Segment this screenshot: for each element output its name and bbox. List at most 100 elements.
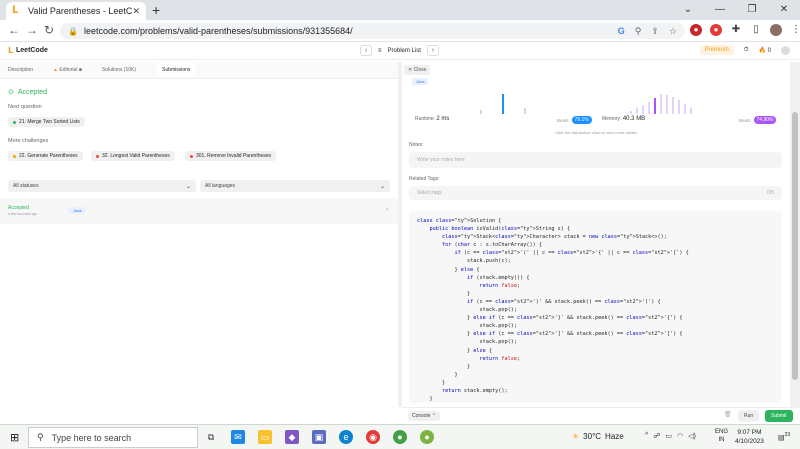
- url-input[interactable]: 🔒 leetcode.com/problems/valid-parenthese…: [60, 23, 685, 39]
- clock[interactable]: 9:07 PM 4/10/2023: [735, 428, 764, 446]
- memory-bar: [648, 102, 650, 114]
- restore-icon[interactable]: ❐: [736, 0, 768, 20]
- search-icon: ⚲: [37, 432, 44, 442]
- tags-select[interactable]: Select tags 0/5: [409, 186, 782, 200]
- taskbar-search-input[interactable]: ⚲ Type here to search: [28, 427, 198, 448]
- memory-beats: Beats 74.90%: [739, 116, 777, 124]
- google-icon[interactable]: G: [618, 26, 625, 37]
- challenge-chip[interactable]: 301. Remove Invalid Parentheses: [185, 151, 277, 161]
- notes-input[interactable]: Write your notes here: [409, 152, 782, 168]
- close-window-icon[interactable]: ✕: [768, 0, 800, 20]
- easy-dot-icon: [13, 120, 16, 124]
- menu-icon[interactable]: ⋮: [790, 24, 800, 36]
- weather-text: Haze: [605, 432, 624, 441]
- sidepanel-icon[interactable]: ▯: [750, 24, 762, 36]
- network-icon[interactable]: ☍: [653, 432, 660, 440]
- tab-submissions[interactable]: Submissions: [156, 63, 197, 77]
- submit-button[interactable]: Submit: [765, 410, 793, 422]
- challenge-chip[interactable]: 32. Longest Valid Parentheses: [91, 151, 175, 161]
- scrollbar[interactable]: [790, 62, 800, 407]
- close-button[interactable]: ✕ Close: [404, 65, 431, 75]
- memory-label: Memory:: [602, 116, 622, 122]
- runtime-bar: [502, 94, 504, 114]
- notification-icon[interactable]: ▤23: [778, 432, 790, 441]
- file-explorer-icon[interactable]: ▭: [258, 430, 272, 444]
- code-line: return stack.empty();: [442, 387, 508, 394]
- zoom-icon[interactable]: ⚲: [635, 26, 642, 37]
- scrollbar-thumb[interactable]: [792, 112, 798, 380]
- extension-icon[interactable]: ●: [690, 24, 702, 36]
- challenge-title: 32. Longest Valid Parentheses: [102, 153, 170, 159]
- more-challenges-label: More challenges: [8, 138, 49, 144]
- status-filter-select[interactable]: All statuses ⌄: [8, 180, 196, 192]
- memory-bar: [654, 98, 656, 114]
- browser-tab[interactable]: ᒪ Valid Parentheses - LeetCode ✕: [6, 2, 146, 20]
- streak-value: 0: [767, 47, 771, 54]
- bookmark-star-icon[interactable]: ☆: [669, 26, 677, 37]
- trash-icon[interactable]: 🗑: [724, 411, 732, 418]
- result-status-text: Accepted: [17, 88, 48, 96]
- mail-icon[interactable]: ✉: [231, 430, 245, 444]
- app-icon[interactable]: ●: [393, 430, 407, 444]
- reload-icon[interactable]: ↻: [44, 23, 54, 37]
- chrome-icon[interactable]: ◉: [366, 430, 380, 444]
- tab-editorial[interactable]: ▲ Editorial ■: [53, 67, 82, 73]
- runtime-beats: Beats 79.1%: [557, 116, 592, 124]
- fire-icon: 🔥: [758, 47, 766, 54]
- profile-avatar[interactable]: [770, 24, 782, 36]
- next-question-chip[interactable]: 21. Merge Two Sorted Lists: [8, 117, 85, 127]
- windows-start-icon[interactable]: ⊞: [10, 431, 19, 444]
- clock-time: 9:07 PM: [737, 429, 762, 436]
- prev-problem-button[interactable]: ‹: [360, 45, 372, 56]
- distribution-chart[interactable]: [402, 82, 790, 137]
- puzzle-icon[interactable]: ✚: [730, 24, 742, 36]
- volume-icon[interactable]: ◁): [688, 432, 696, 440]
- leetcode-logo[interactable]: ᒪ LeetCode: [8, 46, 48, 55]
- tab-description[interactable]: Description: [8, 67, 33, 73]
- lock-icon: 🔒: [68, 26, 78, 36]
- share-icon[interactable]: ⇪: [651, 26, 659, 37]
- close-tab-icon[interactable]: ✕: [132, 6, 140, 17]
- wifi-icon[interactable]: ◠: [677, 432, 683, 440]
- forward-icon[interactable]: →: [26, 23, 38, 37]
- logo-text: LeetCode: [16, 47, 48, 54]
- next-problem-button[interactable]: ›: [426, 45, 439, 56]
- edge-icon[interactable]: e: [339, 430, 353, 444]
- app-icon[interactable]: ●: [420, 430, 434, 444]
- taskbar-apps: ⧉ ✉ ▭ ◆ ▣ e ◉ ● ●: [204, 430, 434, 444]
- problem-list-link[interactable]: Problem List: [388, 48, 421, 54]
- tab-solutions[interactable]: Solutions (10K): [102, 67, 136, 73]
- chevron-down-icon[interactable]: ⌄: [672, 0, 704, 20]
- memory-bar: [642, 105, 644, 114]
- back-icon[interactable]: ←: [8, 23, 20, 37]
- challenge-chip[interactable]: 22. Generate Parentheses: [8, 151, 83, 161]
- timer-icon[interactable]: ⏱: [744, 47, 749, 54]
- status-filter-value: All statuses: [13, 183, 39, 189]
- notes-label: Notes:: [409, 142, 424, 148]
- language-filter-select[interactable]: All languages ⌄: [200, 180, 390, 192]
- code-view[interactable]: class class="ty">Solution { public boole…: [409, 211, 782, 403]
- extension-icon[interactable]: ●: [710, 24, 722, 36]
- weather-widget[interactable]: ☀ 30°C Haze: [572, 432, 624, 441]
- app-icon[interactable]: ◆: [285, 430, 299, 444]
- avatar[interactable]: [781, 45, 790, 55]
- code-line: return false;: [479, 282, 521, 289]
- console-button[interactable]: Console ⌃: [408, 411, 440, 421]
- app-icon[interactable]: ▣: [312, 430, 326, 444]
- address-bar: ← → ↻ 🔒 leetcode.com/problems/valid-pare…: [0, 20, 800, 42]
- chevron-up-icon[interactable]: ^: [645, 432, 648, 440]
- minimize-icon[interactable]: —: [704, 0, 736, 20]
- task-view-icon[interactable]: ⧉: [204, 430, 218, 444]
- memory-value: 40.3 MB: [622, 116, 646, 122]
- display-icon[interactable]: ▭: [665, 432, 672, 440]
- code-line: stack.pop();: [417, 323, 517, 330]
- memory-bar: [684, 104, 686, 114]
- run-button[interactable]: Run: [738, 410, 760, 422]
- streak-counter[interactable]: 🔥 0: [759, 47, 772, 54]
- language-indicator[interactable]: ENG IN: [715, 428, 728, 444]
- submission-row[interactable]: Accepted a few seconds ago Java ›: [0, 198, 398, 224]
- new-tab-icon[interactable]: +: [152, 2, 160, 18]
- code-line: }: [417, 371, 458, 378]
- premium-button[interactable]: Premium: [699, 45, 734, 55]
- code-line: public boolean isValid(class="ty">String…: [429, 226, 571, 233]
